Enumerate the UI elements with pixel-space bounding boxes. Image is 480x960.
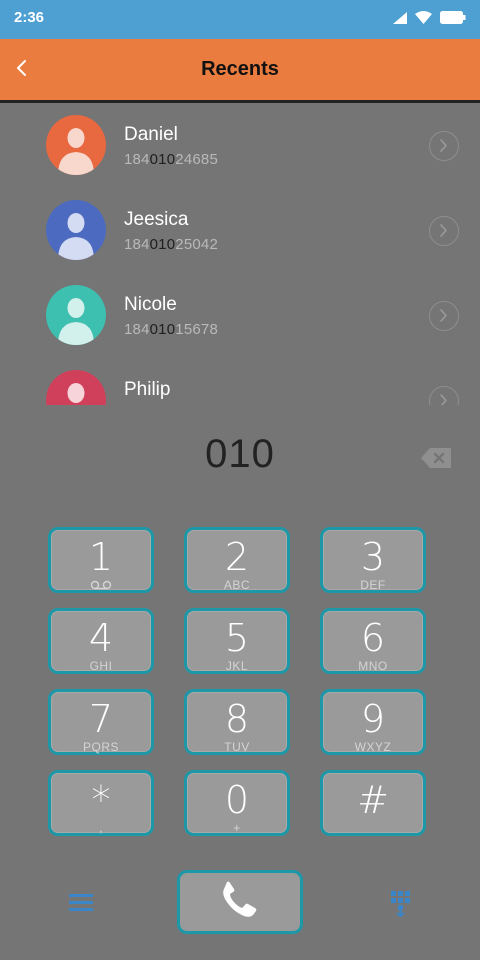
backspace-icon [421,448,451,468]
key-digit: 0 [224,778,250,822]
key-0[interactable]: 0 + [184,770,290,836]
number-match: 010 [149,236,176,253]
contact-number: 18401025042 [124,236,218,253]
number-suffix: 15678 [175,321,218,338]
person-icon [58,298,94,345]
key-digit: 6 [360,616,386,660]
key-digit: 9 [360,697,386,741]
phone-icon [223,881,257,917]
key-digit: 1 [88,535,114,579]
chevron-right-icon [440,139,447,152]
dialpad-toggle-button[interactable] [386,888,414,918]
key-2[interactable]: 2 ABC [184,527,290,593]
voicemail-icon [90,580,112,590]
number-match: 010 [149,151,176,168]
backspace-button[interactable] [421,448,451,468]
avatar [46,285,106,345]
key-star[interactable]: *, [48,770,154,836]
chevron-right-icon [440,309,447,322]
menu-button[interactable] [66,890,96,916]
key-letters: , [99,821,103,835]
contact-detail-button[interactable] [429,216,459,246]
key-digit: # [357,778,389,822]
contact-row[interactable]: Daniel 18401024685 [0,103,480,188]
key-letters: + [233,821,241,835]
contact-number: 18401015678 [124,321,218,338]
status-bar: 2:36 [0,0,480,36]
contact-name: Nicole [124,294,177,315]
key-letters: JKL [225,659,249,673]
number-prefix: 184 [124,151,150,168]
bottom-bar [0,860,480,960]
person-icon [58,128,94,175]
key-digit: * [91,778,111,822]
key-letters: WXYZ [354,740,392,754]
wifi-icon [415,11,432,24]
key-digit: 8 [224,697,250,741]
dialpad-icon [391,891,410,918]
header-bar: Recents [0,39,480,103]
status-icons [393,11,466,24]
avatar [46,200,106,260]
key-letters: MNO [358,659,388,673]
key-3[interactable]: 3 DEF [320,527,426,593]
key-1[interactable]: 1 [48,527,154,593]
key-letters: GHI [89,659,113,673]
avatar [46,115,106,175]
contact-name: Daniel [124,124,178,145]
contact-name: Jeesica [124,209,189,230]
battery-icon [440,11,466,24]
menu-icon [69,894,93,911]
key-letters: ABC [223,578,251,592]
key-letters: PQRS [82,740,119,754]
chevron-right-icon [440,224,447,237]
key-8[interactable]: 8 TUV [184,689,290,755]
contact-row[interactable]: Nicole 18401015678 [0,273,480,358]
key-6[interactable]: 6 MNO [320,608,426,674]
number-prefix: 184 [124,236,150,253]
number-match: 010 [149,321,176,338]
contact-row[interactable]: Philip [0,358,480,405]
key-4[interactable]: 4 GHI [48,608,154,674]
key-hash[interactable]: # [320,770,426,836]
key-7[interactable]: 7 PQRS [48,689,154,755]
number-suffix: 25042 [175,236,218,253]
call-button[interactable] [177,870,303,934]
key-digit: 3 [360,535,386,579]
chevron-right-icon [440,394,447,405]
key-letters: DEF [360,578,386,592]
number-prefix: 184 [124,321,150,338]
key-5[interactable]: 5 JKL [184,608,290,674]
contact-detail-button[interactable] [429,301,459,331]
contact-number: 18401024685 [124,151,218,168]
avatar [46,370,106,405]
contact-detail-button[interactable] [429,131,459,161]
person-icon [58,213,94,260]
key-letters: TUV [224,740,250,754]
page-title: Recents [201,58,279,80]
number-suffix: 24685 [175,151,218,168]
key-digit: 2 [224,535,250,579]
contact-name: Philip [124,379,171,400]
contact-detail-button[interactable] [429,386,459,405]
key-digit: 4 [88,616,114,660]
key-9[interactable]: 9 WXYZ [320,689,426,755]
person-icon [67,383,85,403]
dial-input-display[interactable]: 010 [0,432,480,477]
key-digit: 5 [224,616,250,660]
signal-icon [393,11,407,24]
key-digit: 7 [88,697,114,741]
recents-list: Daniel 18401024685 Jeesica 18401025042 Nicol… [0,103,480,405]
status-time: 2:36 [14,9,45,26]
contact-row[interactable]: Jeesica 18401025042 [0,188,480,273]
